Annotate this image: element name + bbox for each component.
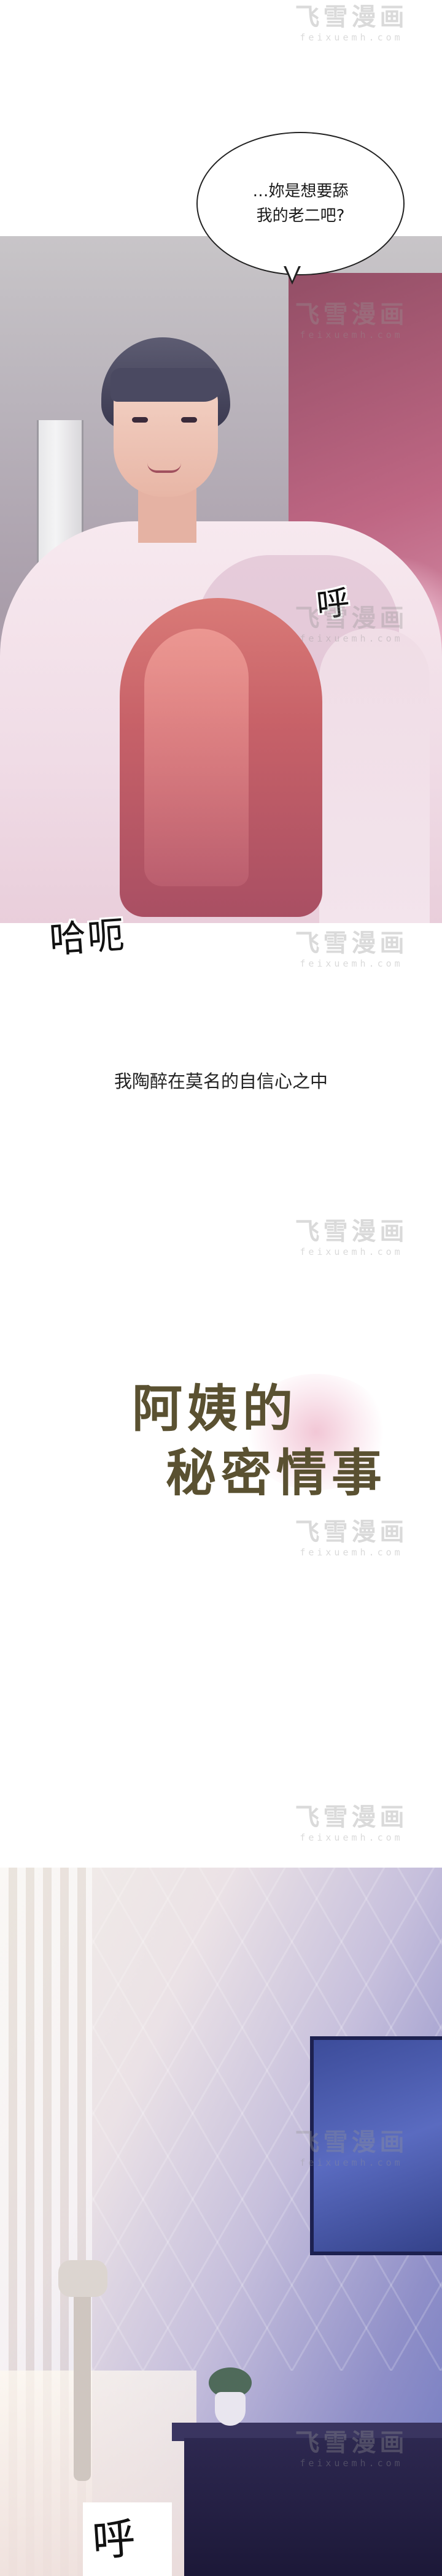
watermark-title: 飞雪漫画 [295,300,408,329]
watermark-title: 飞雪漫画 [295,604,408,632]
watermark: 飞雪漫画 feixuemh.com [279,929,424,970]
watermark-site: feixuemh.com [300,633,403,644]
sound-effect-gasp: 哈呃 [48,913,127,962]
watermark-site: feixuemh.com [300,32,403,43]
watermark: 飞雪漫画 feixuemh.com [279,1518,424,1558]
man-fringe [110,368,224,402]
vase [215,2392,246,2426]
watermark-site: feixuemh.com [300,1547,403,1558]
man-eye-left [132,417,148,423]
speech-line-2: 我的老二吧? [256,207,345,225]
watermark-title: 飞雪漫画 [295,1517,408,1546]
title-line-1: 阿姨的 [132,1379,298,1438]
watermark-site: feixuemh.com [300,329,403,340]
speech-line-1: …妳是想要舔 [252,182,349,201]
watermark-site: feixuemh.com [300,958,403,969]
watermark-title: 飞雪漫画 [295,2428,408,2457]
watermark-site: feixuemh.com [300,1832,403,1843]
comic-panel-2 [0,1868,442,2576]
watermark-title: 飞雪漫画 [295,1803,408,1831]
man-eye-right [181,417,197,423]
speech-bubble: …妳是想要舔 我的老二吧? [196,132,405,275]
fan-head [58,2260,107,2297]
watermark: 飞雪漫画 feixuemh.com [279,301,424,341]
man-arm [319,629,430,923]
title-line-2: 秘密情事 [166,1444,387,1503]
watermark-site: feixuemh.com [300,2157,403,2168]
narration-text: 我陶醉在莫名的自信心之中 [114,1071,328,1092]
speech-bubble-tail-fill [285,265,299,281]
watermark: 飞雪漫画 feixuemh.com [279,3,424,44]
watermark-title: 飞雪漫画 [295,1217,408,1246]
watermark: 飞雪漫画 feixuemh.com [279,1803,424,1844]
hair-highlight [144,629,249,886]
watermark: 飞雪漫画 feixuemh.com [279,1217,424,1258]
watermark-title: 飞雪漫画 [295,2,408,31]
man-mouth [147,463,181,473]
watermark: 飞雪漫画 feixuemh.com [279,2429,424,2469]
sound-effect-breath-2: 呼 [90,2513,138,2567]
fan-stand [74,2272,91,2481]
watermark-site: feixuemh.com [300,2458,403,2469]
watermark-title: 飞雪漫画 [295,2128,408,2156]
watermark-site: feixuemh.com [300,1246,403,1257]
watermark: 飞雪漫画 feixuemh.com [279,604,424,645]
watermark: 飞雪漫画 feixuemh.com [279,2128,424,2169]
watermark-title: 飞雪漫画 [295,929,408,957]
